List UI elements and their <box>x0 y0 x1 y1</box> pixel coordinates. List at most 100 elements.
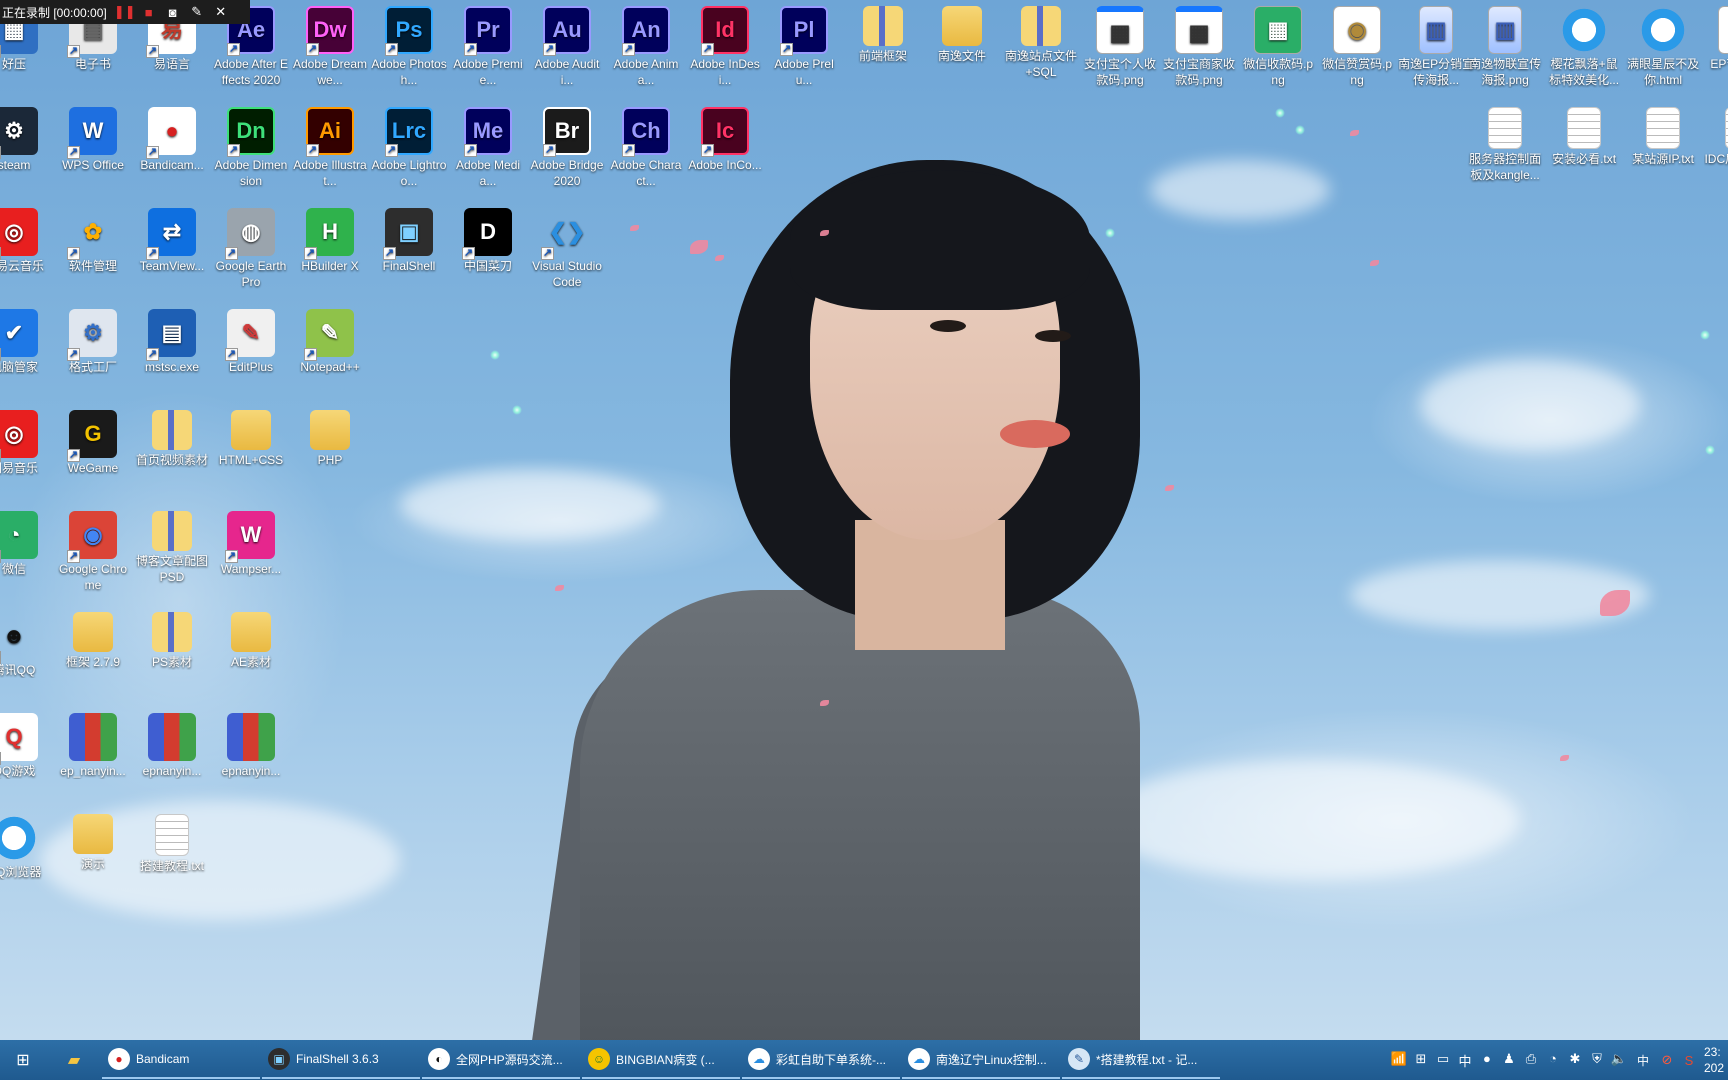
desktop-icon[interactable]: ✎EditPlus <box>213 305 289 375</box>
desktop-icon[interactable]: HTML+CSS <box>213 406 289 468</box>
stop-icon[interactable]: ■ <box>137 0 161 24</box>
desktop-icon[interactable]: ⚙steam <box>0 103 52 173</box>
grid-icon[interactable]: ⊞ <box>1410 1051 1432 1070</box>
antivirus-icon[interactable]: ⊘ <box>1656 1052 1678 1068</box>
desktop-icon-label: 前端框架 <box>859 49 908 63</box>
desktop-icon[interactable]: AnAdobe Anima... <box>608 2 684 88</box>
desktop-icon[interactable]: ChAdobe Charact... <box>608 103 684 189</box>
taskbar-task[interactable]: ● Bandicam <box>102 1041 260 1079</box>
taskbar-task[interactable]: ◐ 全网PHP源码交流... <box>422 1041 580 1079</box>
wechat-icon[interactable]: ◔ <box>1542 1051 1564 1070</box>
desktop-icon[interactable]: IDC后台信息.txt <box>1704 103 1728 183</box>
usb-icon[interactable]: ⎙ <box>1520 1051 1542 1070</box>
desktop-icon[interactable]: ◍Google Earth Pro <box>213 204 289 290</box>
desktop-icon[interactable]: ◎网易音乐 <box>0 406 52 476</box>
desktop-icon[interactable]: BrAdobe Bridge 2020 <box>529 103 605 189</box>
desktop-icon[interactable]: ⇄TeamView... <box>134 204 210 274</box>
desktop-icon[interactable]: 博客文章配图PSD <box>134 507 210 585</box>
desktop-icon[interactable]: DwAdobe Dreamwe... <box>292 2 368 88</box>
desktop-icon[interactable]: 前端框架 <box>845 2 921 64</box>
record-icon[interactable]: ● <box>1476 1051 1498 1070</box>
desktop-icon[interactable]: LrcAdobe Lightroo... <box>371 103 447 189</box>
desktop-icon[interactable]: PrAdobe Premie... <box>450 2 526 88</box>
adobe-pl-icon: Pl <box>780 6 829 56</box>
bluetooth-icon[interactable]: ✱ <box>1564 1051 1586 1070</box>
desktop-icon[interactable]: PlAdobe Prelu... <box>766 2 842 88</box>
desktop-icon[interactable]: IdAdobe InDesi... <box>687 2 763 88</box>
desktop-icon[interactable]: ▭ EP节点.png <box>1704 2 1728 72</box>
desktop-icon[interactable]: 演示 <box>55 810 131 872</box>
desktop-icon[interactable]: 首页视频素材 <box>134 406 210 468</box>
task-label: 全网PHP源码交流... <box>456 1052 563 1067</box>
desktop-icon[interactable]: PsAdobe Photosh... <box>371 2 447 88</box>
desktop-icon[interactable]: PHP <box>292 406 368 468</box>
app-icon: ⚙ <box>67 309 117 361</box>
desktop-icon[interactable]: IcAdobe InCo... <box>687 103 763 173</box>
desktop-icon[interactable]: ▤mstsc.exe <box>134 305 210 375</box>
desktop-icon[interactable]: ▦ 支付宝个人收款码.png <box>1082 2 1158 88</box>
taskbar-task[interactable]: ✎ *搭建教程.txt - 记... <box>1062 1041 1220 1079</box>
task-view-icon[interactable]: ⊞ <box>0 1040 46 1080</box>
desktop-icon[interactable]: QQQ游戏 <box>0 709 52 779</box>
desktop-icon[interactable]: 南逸文件 <box>924 2 1000 64</box>
desktop-icon[interactable]: ▦ 微信收款码.png <box>1240 2 1316 88</box>
desktop-icon[interactable]: QQ浏览器 <box>0 810 52 880</box>
desktop-icon[interactable]: ▥ 南逸物联宣传海报.png <box>1467 2 1543 88</box>
desktop-icon[interactable]: ◔微信 <box>0 507 52 577</box>
taskbar-task[interactable]: ☺ BINGBIAN病变 (... <box>582 1041 740 1079</box>
desktop-icon[interactable]: 满眼星辰不及你.html <box>1625 2 1701 88</box>
volume-icon[interactable]: 🔈 <box>1608 1051 1630 1070</box>
desktop-icon[interactable]: ◎网易云音乐 <box>0 204 52 274</box>
desktop-icon[interactable]: 樱花飘落+鼠标特效美化... <box>1546 2 1622 88</box>
ime-icon[interactable]: 中 <box>1454 1051 1476 1070</box>
desktop-icon[interactable]: ◉Google Chrome <box>55 507 131 593</box>
desktop-icon[interactable]: ▥ 南逸EP分销宣传海报... <box>1398 2 1474 88</box>
desktop-icon[interactable]: MeAdobe Media... <box>450 103 526 189</box>
desktop-icon[interactable]: GWeGame <box>55 406 131 476</box>
taskbar-task[interactable]: ▣ FinalShell 3.6.3 <box>262 1041 420 1079</box>
desktop-icon[interactable]: ❮❯Visual Studio Code <box>529 204 605 290</box>
monitor-icon[interactable]: ▭ <box>1432 1051 1454 1070</box>
desktop-icon[interactable]: D中国菜刀 <box>450 204 526 274</box>
desktop-icon[interactable]: ⚙格式工厂 <box>55 305 131 375</box>
wifi-icon[interactable]: 📶 <box>1388 1051 1410 1070</box>
file-explorer-icon[interactable]: ▰ <box>46 1040 102 1080</box>
desktop-icon[interactable]: WWampser... <box>213 507 289 577</box>
desktop-icon[interactable]: ep_nanyin... <box>55 709 131 779</box>
camera-icon[interactable]: ◙ <box>161 0 185 24</box>
wps-tray-icon[interactable]: S <box>1678 1053 1700 1068</box>
desktop-icon[interactable]: AuAdobe Auditi... <box>529 2 605 88</box>
desktop-icon[interactable]: 安装必看.txt <box>1546 103 1622 167</box>
desktop-icon[interactable]: ✔电脑管家 <box>0 305 52 375</box>
shield-icon[interactable]: ⛨ <box>1586 1051 1608 1070</box>
desktop-icon[interactable]: DnAdobe Dimension <box>213 103 289 189</box>
desktop-icon[interactable]: ▦ 支付宝商家收款码.png <box>1161 2 1237 88</box>
desktop-icon[interactable]: 某站源IP.txt <box>1625 103 1701 167</box>
desktop-icon[interactable]: ✎Notepad++ <box>292 305 368 375</box>
clock[interactable]: 23: 202 <box>1700 1044 1728 1076</box>
pause-icon[interactable]: ❚❚ <box>113 0 137 24</box>
taskbar-task[interactable]: ☁ 彩虹自助下单系统-... <box>742 1041 900 1079</box>
pen-icon[interactable]: ✎ <box>185 0 209 24</box>
desktop-icon[interactable]: PS素材 <box>134 608 210 670</box>
desktop-icon[interactable]: ▣FinalShell <box>371 204 447 274</box>
desktop-icon[interactable]: ◉ 微信赞赏码.png <box>1319 2 1395 88</box>
desktop-icon[interactable]: 服务器控制面板及kangle... <box>1467 103 1543 183</box>
desktop-icon[interactable]: 框架 2.7.9 <box>55 608 131 670</box>
desktop-icon[interactable]: 南逸站点文件+SQL <box>1003 2 1079 80</box>
desktop-icon[interactable]: HHBuilder X <box>292 204 368 274</box>
desktop-icon[interactable]: 搭建教程.txt <box>134 810 210 874</box>
desktop-icon[interactable]: ✿软件管理 <box>55 204 131 274</box>
desktop-icon[interactable]: ☻腾讯QQ <box>0 608 52 678</box>
desktop-icon[interactable]: epnanyin... <box>213 709 289 779</box>
desktop-icon[interactable]: epnanyin... <box>134 709 210 779</box>
close-icon[interactable]: ✕ <box>209 0 233 24</box>
qq-icon[interactable]: ♟ <box>1498 1051 1520 1070</box>
desktop-icon[interactable]: WWPS Office <box>55 103 131 173</box>
language-indicator[interactable]: 中 <box>1630 1052 1656 1069</box>
desktop-icon-label: Adobe Illustrat... <box>293 158 367 188</box>
desktop-icon[interactable]: AE素材 <box>213 608 289 670</box>
taskbar-task[interactable]: ☁ 南逸辽宁Linux控制... <box>902 1041 1060 1079</box>
desktop-icon[interactable]: AiAdobe Illustrat... <box>292 103 368 189</box>
desktop-icon[interactable]: ●Bandicam... <box>134 103 210 173</box>
